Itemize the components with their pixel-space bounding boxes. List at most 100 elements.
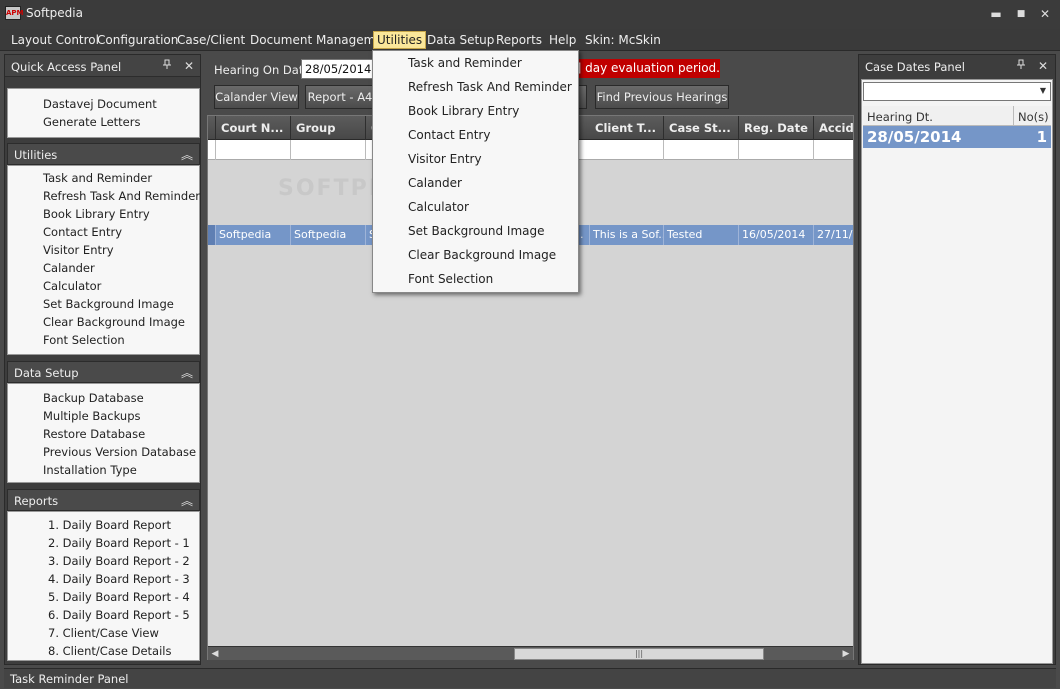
reports-group: 1. Daily Board Report 2. Daily Board Rep… — [7, 511, 200, 661]
calander-view-button[interactable]: Calander View — [214, 85, 299, 109]
link-installation-type[interactable]: Installation Type — [43, 463, 137, 477]
dropdown-set-background-image[interactable]: Set Background Image — [408, 224, 545, 238]
cell-group: Softpedia — [291, 225, 366, 245]
col-court-name[interactable]: Court N... — [216, 116, 291, 140]
report-a4-button[interactable]: Report - A4 — [305, 85, 375, 109]
col-accident[interactable]: Accide — [814, 116, 853, 140]
filter-cell[interactable] — [739, 140, 814, 160]
chevron-up-icon[interactable]: ︽ — [181, 146, 193, 163]
group-header-reports[interactable]: Reports ︽ — [7, 489, 200, 511]
cell-accident: 27/11/2 — [817, 228, 853, 241]
link-generate-letters[interactable]: Generate Letters — [43, 115, 140, 129]
link-contact-entry[interactable]: Contact Entry — [43, 225, 122, 239]
hearing-date-label: Hearing On Date — [214, 63, 311, 77]
col-hearing-dt[interactable]: Hearing Dt. — [867, 110, 933, 124]
filter-cell — [208, 140, 216, 160]
utilities-group: Task and Reminder Refresh Task And Remin… — [7, 165, 200, 355]
link-report-1[interactable]: 1. Daily Board Report — [48, 518, 171, 532]
link-clear-background-image[interactable]: Clear Background Image — [43, 315, 185, 329]
dropdown-contact-entry[interactable]: Contact Entry — [408, 128, 490, 142]
filter-cell[interactable] — [590, 140, 664, 160]
link-multiple-backups[interactable]: Multiple Backups — [43, 409, 140, 423]
dropdown-calander[interactable]: Calander — [408, 176, 462, 190]
group-header-utilities[interactable]: Utilities ︽ — [7, 143, 200, 165]
row-indicator-column — [208, 116, 216, 140]
quick-access-panel: Quick Access Panel ✕ Dastavej Document G… — [4, 54, 201, 665]
dropdown-clear-background-image[interactable]: Clear Background Image — [408, 248, 556, 262]
pin-icon[interactable] — [162, 59, 172, 73]
dropdown-task-and-reminder[interactable]: Task and Reminder — [408, 56, 522, 70]
menu-layout-control[interactable]: Layout Control — [11, 32, 99, 50]
hearing-date-input[interactable]: 28/05/2014 — [301, 59, 373, 79]
pin-icon[interactable] — [1016, 59, 1026, 73]
link-report-8[interactable]: 8. Client/Case Details — [48, 644, 171, 658]
link-previous-version-database[interactable]: Previous Version Database — [43, 445, 196, 459]
dropdown-font-selection[interactable]: Font Selection — [408, 272, 493, 286]
link-report-7[interactable]: 7. Client/Case View — [48, 626, 159, 640]
menu-utilities[interactable]: Utilities — [373, 31, 427, 49]
menu-data-setup[interactable]: Data Setup — [427, 32, 494, 50]
scroll-left-icon[interactable]: ◀ — [208, 647, 222, 661]
col-client-type[interactable]: Client T... — [590, 116, 664, 140]
case-date-row[interactable]: 28/05/2014 1 — [863, 126, 1051, 148]
task-reminder-panel[interactable]: Task Reminder Panel — [4, 668, 1056, 688]
menu-reports[interactable]: Reports — [496, 32, 542, 50]
col-reg-date[interactable]: Reg. Date — [739, 116, 814, 140]
case-dates-panel: Case Dates Panel ✕ ▼ Hearing Dt. No(s) 2… — [858, 54, 1056, 665]
menu-help[interactable]: Help — [549, 32, 576, 50]
filter-cell[interactable] — [291, 140, 366, 160]
case-dates-filter-select[interactable]: ▼ — [863, 82, 1051, 101]
task-reminder-title: Task Reminder Panel — [10, 672, 129, 686]
link-font-selection[interactable]: Font Selection — [43, 333, 125, 347]
chevron-up-icon[interactable]: ︽ — [181, 492, 193, 509]
close-button[interactable]: ✕ — [1035, 6, 1055, 22]
link-restore-database[interactable]: Restore Database — [43, 427, 145, 441]
group-header-data-setup[interactable]: Data Setup ︽ — [7, 361, 200, 383]
find-previous-hearings-button[interactable]: Find Previous Hearings — [595, 85, 729, 109]
title-bar: APM Softpedia ▬ ■ ✕ — [0, 0, 1060, 29]
link-calculator[interactable]: Calculator — [43, 279, 101, 293]
link-dastavej-document[interactable]: Dastavej Document — [43, 97, 157, 111]
dropdown-refresh-task[interactable]: Refresh Task And Reminder — [408, 80, 572, 94]
link-report-5[interactable]: 5. Daily Board Report - 4 — [48, 590, 190, 604]
utilities-dropdown-menu: Task and Reminder Refresh Task And Remin… — [372, 50, 579, 293]
dropdown-calculator[interactable]: Calculator — [408, 200, 469, 214]
quick-access-title: Quick Access Panel — [11, 60, 122, 74]
dropdown-book-library-entry[interactable]: Book Library Entry — [408, 104, 519, 118]
link-backup-database[interactable]: Backup Database — [43, 391, 144, 405]
horizontal-scrollbar[interactable]: ◀ ||| ▶ — [208, 646, 853, 660]
menu-configuration[interactable]: Configuration — [97, 32, 178, 50]
chevron-up-icon[interactable]: ︽ — [181, 364, 193, 381]
col-group[interactable]: Group — [291, 116, 366, 140]
link-report-4[interactable]: 4. Daily Board Report - 3 — [48, 572, 190, 586]
cell-court-name: Softpedia — [216, 225, 291, 245]
close-icon[interactable]: ✕ — [1038, 59, 1048, 73]
maximize-button[interactable]: ■ — [1011, 6, 1031, 22]
scroll-thumb[interactable]: ||| — [514, 648, 764, 660]
link-report-6[interactable]: 6. Daily Board Report - 5 — [48, 608, 190, 622]
chevron-down-icon[interactable]: ▼ — [1040, 86, 1046, 95]
col-case-status[interactable]: Case St... — [664, 116, 739, 140]
scroll-right-icon[interactable]: ▶ — [839, 647, 853, 661]
filter-cell[interactable] — [216, 140, 291, 160]
case-dates-list: ▼ Hearing Dt. No(s) 28/05/2014 1 — [861, 79, 1053, 664]
row-indicator — [208, 225, 216, 245]
link-set-background-image[interactable]: Set Background Image — [43, 297, 174, 311]
filter-cell[interactable] — [664, 140, 739, 160]
link-refresh-task[interactable]: Refresh Task And Reminder — [43, 189, 200, 203]
link-report-3[interactable]: 3. Daily Board Report - 2 — [48, 554, 190, 568]
group-title: Data Setup — [14, 366, 79, 380]
link-task-and-reminder[interactable]: Task and Reminder — [43, 171, 152, 185]
dropdown-visitor-entry[interactable]: Visitor Entry — [408, 152, 482, 166]
minimize-button[interactable]: ▬ — [986, 6, 1006, 22]
col-nos[interactable]: No(s) — [1018, 110, 1049, 124]
document-links-box: Dastavej Document Generate Letters — [7, 88, 200, 138]
link-book-library-entry[interactable]: Book Library Entry — [43, 207, 150, 221]
close-icon[interactable]: ✕ — [184, 59, 194, 73]
case-date-count: 1 — [1036, 128, 1047, 146]
link-calander[interactable]: Calander — [43, 261, 95, 275]
link-visitor-entry[interactable]: Visitor Entry — [43, 243, 114, 257]
menu-case-client[interactable]: Case/Client — [177, 32, 245, 50]
link-report-2[interactable]: 2. Daily Board Report - 1 — [48, 536, 190, 550]
window-title: Softpedia — [26, 6, 83, 20]
